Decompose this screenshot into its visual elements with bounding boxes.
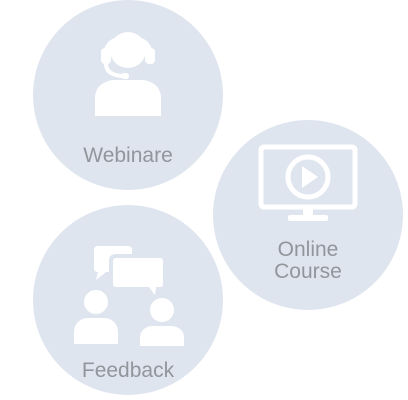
online-course-label-line2: Course: [274, 260, 342, 283]
monitor-play-icon: [258, 144, 358, 221]
online-course-label-line1: Online: [277, 238, 339, 261]
people-chat-icon: [74, 246, 184, 346]
online-course-label: Online Course: [213, 239, 403, 283]
webinare-label: Webinare: [83, 144, 173, 167]
headset-user-icon: [95, 32, 161, 116]
features-graphic: Webinare Online Course Feedback: [0, 0, 408, 400]
feedback-label: Feedback: [81, 359, 175, 382]
